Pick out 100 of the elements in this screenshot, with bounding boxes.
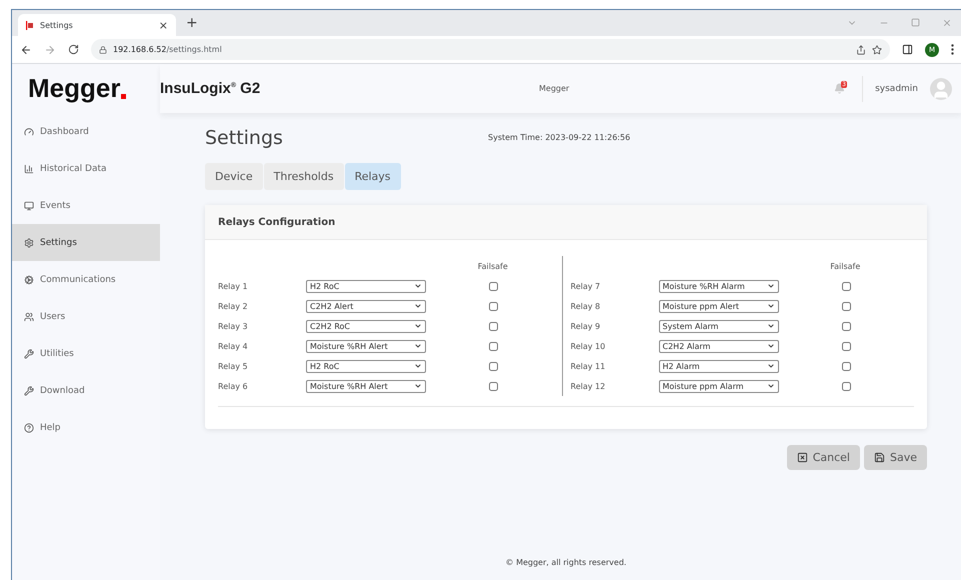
- tab[interactable]: Relays: [344, 163, 401, 190]
- tab-close-button[interactable]: ×: [158, 18, 168, 32]
- relay-select[interactable]: Moisture %RH Alarm: [658, 280, 778, 292]
- relay-label: Relay 8: [570, 302, 602, 310]
- chevron-down-icon: [766, 322, 774, 330]
- chevron-down-icon: [414, 382, 422, 390]
- sidebar-item[interactable]: Events: [12, 187, 160, 224]
- close-box-icon: [796, 452, 808, 463]
- save-icon: [874, 452, 885, 463]
- relay-select[interactable]: H2 RoC: [306, 360, 426, 372]
- failsafe-checkbox[interactable]: [842, 382, 851, 390]
- relay-select[interactable]: C2H2 RoC: [306, 320, 426, 332]
- relay-select[interactable]: Moisture ppm Alarm: [658, 380, 778, 392]
- wrench-icon: [24, 386, 34, 396]
- cancel-button[interactable]: Cancel: [786, 445, 860, 470]
- site-name: Megger: [539, 84, 570, 93]
- chevron-down-icon: [766, 382, 774, 390]
- relay-select[interactable]: Moisture ppm Alert: [658, 300, 778, 312]
- maximize-icon[interactable]: [911, 18, 920, 27]
- failsafe-checkbox[interactable]: [489, 342, 498, 350]
- chevron-down-icon: [414, 342, 422, 350]
- favicon-icon: [26, 20, 34, 30]
- relay-select[interactable]: Moisture %RH Alert: [306, 380, 426, 392]
- close-icon[interactable]: [942, 18, 952, 28]
- registered-mark-icon: [121, 94, 126, 99]
- sidebar-item[interactable]: Dashboard: [12, 113, 160, 150]
- share-icon[interactable]: [856, 44, 866, 54]
- sidebar-item[interactable]: Help: [12, 409, 160, 446]
- relay-select[interactable]: C2H2 Alert: [306, 300, 426, 312]
- chevron-down-icon: [766, 302, 774, 310]
- cog-icon: [24, 274, 34, 284]
- relay-label: Relay 1: [218, 282, 249, 290]
- browser-tab[interactable]: Settings ×: [18, 14, 176, 36]
- system-time: System Time: 2023-09-22 11:26:56: [488, 133, 630, 142]
- bell-icon[interactable]: [834, 83, 846, 94]
- logo: Megger: [28, 73, 120, 104]
- relay-select[interactable]: Moisture %RH Alert: [306, 340, 426, 352]
- wrench-icon: [24, 348, 34, 358]
- relay-label: Relay 12: [570, 382, 606, 390]
- chevron-down-icon: [766, 282, 774, 290]
- save-button[interactable]: Save: [864, 445, 927, 470]
- gauge-icon: [24, 126, 34, 136]
- failsafe-header: Failsafe: [830, 262, 860, 270]
- sidebar-item[interactable]: Download: [12, 372, 160, 409]
- chevron-down-icon: [414, 282, 422, 290]
- failsafe-checkbox[interactable]: [489, 382, 498, 390]
- bar-chart-icon: [24, 164, 34, 174]
- relay-select[interactable]: H2 Alarm: [658, 360, 778, 372]
- forward-icon[interactable]: [44, 44, 56, 56]
- users-icon: [24, 312, 34, 322]
- sidebar-item[interactable]: Users: [12, 298, 160, 335]
- failsafe-checkbox[interactable]: [489, 322, 498, 330]
- card-title: Relays Configuration: [205, 205, 927, 240]
- chevron-down-icon: [414, 362, 422, 370]
- failsafe-header: Failsafe: [478, 262, 508, 270]
- failsafe-checkbox[interactable]: [489, 362, 498, 370]
- monitor-icon: [24, 200, 34, 210]
- footer-text: © Megger, all rights reserved.: [506, 558, 626, 567]
- failsafe-checkbox[interactable]: [842, 302, 851, 310]
- relay-label: Relay 2: [218, 302, 249, 310]
- relay-select[interactable]: C2H2 Alarm: [658, 340, 778, 352]
- relay-label: Relay 5: [218, 362, 249, 370]
- chevron-down-icon: [414, 302, 422, 310]
- failsafe-checkbox[interactable]: [842, 322, 851, 330]
- sidebar-item[interactable]: Communications: [12, 261, 160, 298]
- relay-select[interactable]: System Alarm: [658, 320, 778, 332]
- tab[interactable]: Device: [205, 163, 263, 190]
- side-panel-icon[interactable]: [902, 44, 913, 55]
- product-title: InsuLogix$^{®}$ G2: [160, 80, 260, 97]
- chevron-down-icon: [766, 342, 774, 350]
- page-title: Settings: [205, 127, 284, 149]
- failsafe-checkbox[interactable]: [489, 282, 498, 290]
- relay-label: Relay 10: [570, 342, 606, 350]
- relay-label: Relay 3: [218, 322, 249, 330]
- relay-label: Relay 9: [570, 322, 602, 330]
- new-tab-button[interactable]: +: [186, 15, 198, 31]
- back-icon[interactable]: [20, 44, 32, 56]
- failsafe-checkbox[interactable]: [842, 342, 851, 350]
- relay-label: Relay 11: [570, 362, 606, 370]
- address-bar[interactable]: 192.168.6.52/settings.html: [91, 39, 890, 60]
- failsafe-checkbox[interactable]: [489, 302, 498, 310]
- menu-icon[interactable]: [951, 44, 954, 55]
- username[interactable]: sysadmin: [875, 84, 918, 94]
- relay-label: Relay 7: [570, 282, 602, 290]
- reload-icon[interactable]: [68, 44, 79, 55]
- tab[interactable]: Thresholds: [264, 163, 344, 190]
- star-icon[interactable]: [872, 44, 882, 54]
- failsafe-checkbox[interactable]: [842, 282, 851, 290]
- sidebar-item[interactable]: Historical Data: [12, 150, 160, 187]
- relay-label: Relay 6: [218, 382, 249, 390]
- relay-label: Relay 4: [218, 342, 249, 350]
- help-icon: [24, 422, 34, 432]
- failsafe-checkbox[interactable]: [842, 362, 851, 370]
- chevron-down-icon: [766, 362, 774, 370]
- sidebar-item[interactable]: Utilities: [12, 335, 160, 372]
- lock-icon: [99, 46, 107, 54]
- settings-icon: [24, 238, 34, 248]
- sidebar-item[interactable]: Settings: [12, 224, 160, 261]
- relay-select[interactable]: H2 RoC: [306, 280, 426, 292]
- chevron-down-icon: [414, 322, 422, 330]
